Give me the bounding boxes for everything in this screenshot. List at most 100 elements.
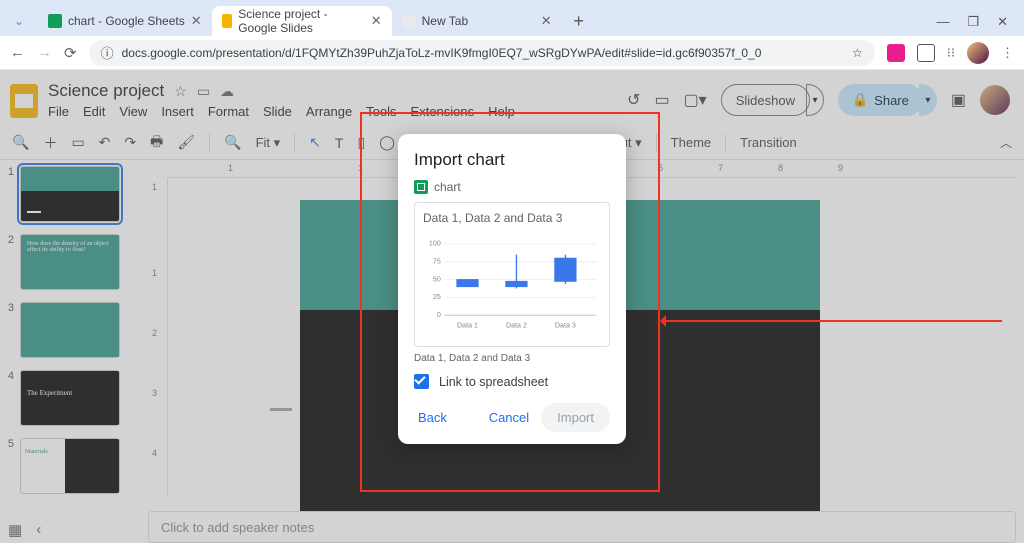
browser-tab-newtab[interactable]: New Tab ✕: [392, 6, 562, 36]
thumbnail-2[interactable]: 2 How does the density of an object affe…: [4, 234, 136, 290]
menu-view[interactable]: View: [119, 104, 147, 119]
menu-insert[interactable]: Insert: [161, 104, 194, 119]
redo-button[interactable]: ↷: [124, 134, 136, 151]
vertical-ruler: 1 1 2 3 4: [148, 178, 168, 495]
new-tab-button[interactable]: +: [566, 8, 592, 34]
extension-icon[interactable]: [887, 44, 905, 62]
zoom-button[interactable]: 🔍: [224, 134, 241, 151]
new-slide-layout-button[interactable]: ▭: [71, 134, 84, 151]
thumbnail-3[interactable]: 3: [4, 302, 136, 358]
svg-text:Data 1: Data 1: [457, 322, 478, 330]
thumbnail-1[interactable]: 1: [4, 166, 136, 222]
minimize-button[interactable]: —: [936, 14, 949, 30]
new-slide-button[interactable]: ＋: [43, 133, 57, 153]
chart-preview-title: Data 1, Data 2 and Data 3: [423, 211, 601, 225]
menu-format[interactable]: Format: [208, 104, 249, 119]
collapse-toolbar-button[interactable]: ︿: [1000, 134, 1012, 151]
browser-menu-button[interactable]: ⋮: [1001, 45, 1014, 61]
slideshow-button[interactable]: Slideshow: [721, 84, 810, 116]
cancel-button[interactable]: Cancel: [485, 404, 533, 431]
chevron-down-icon: ⌄: [14, 14, 24, 28]
search-menus-icon[interactable]: 🔍: [12, 134, 29, 151]
menu-tools[interactable]: Tools: [366, 104, 396, 119]
document-title[interactable]: Science project: [48, 81, 164, 101]
share-options-button[interactable]: ▾: [919, 84, 937, 116]
menu-arrange[interactable]: Arrange: [306, 104, 352, 119]
thumbnail-4[interactable]: 4 The Experiment: [4, 370, 136, 426]
slide-thumbnail[interactable]: The Experiment: [20, 370, 120, 426]
history-icon[interactable]: ↺: [627, 90, 640, 110]
star-icon[interactable]: ☆: [852, 46, 863, 60]
move-icon[interactable]: ▭: [197, 83, 210, 100]
select-tool-button[interactable]: ↖: [309, 134, 321, 151]
extensions-menu-icon[interactable]: ⁝⁝: [947, 45, 955, 61]
link-to-spreadsheet-option[interactable]: Link to spreadsheet: [414, 374, 610, 389]
tab-label: New Tab: [422, 14, 468, 28]
extension-icon[interactable]: [917, 44, 935, 62]
chart-source-row[interactable]: chart: [414, 180, 610, 194]
browser-tab-slides[interactable]: Science project - Google Slides ✕: [212, 6, 392, 36]
browser-tab[interactable]: ⌄: [6, 6, 38, 36]
grid-view-button[interactable]: ▦: [8, 521, 22, 539]
close-tab-icon[interactable]: ✕: [371, 13, 382, 29]
share-button[interactable]: 🔒 Share: [838, 84, 923, 116]
slide-thumbnail[interactable]: How does the density of an object affect…: [20, 234, 120, 290]
slide-thumbnail[interactable]: Materials: [20, 438, 120, 494]
meet-icon[interactable]: ▢▾: [684, 90, 707, 110]
menu-slide[interactable]: Slide: [263, 104, 292, 119]
slideshow-options-button[interactable]: ▾: [806, 84, 824, 116]
sheets-icon: [414, 180, 428, 194]
import-button[interactable]: Import: [541, 403, 610, 432]
svg-text:50: 50: [433, 275, 441, 283]
menu-extensions[interactable]: Extensions: [411, 104, 475, 119]
textbox-button[interactable]: T: [335, 135, 344, 151]
close-tab-icon[interactable]: ✕: [191, 13, 202, 29]
back-button[interactable]: Back: [414, 404, 451, 431]
checkbox-checked-icon[interactable]: [414, 374, 429, 389]
browser-tab-sheets[interactable]: chart - Google Sheets ✕: [38, 6, 212, 36]
slide-thumbnail[interactable]: [20, 302, 120, 358]
comments-icon[interactable]: ▭: [654, 90, 669, 110]
account-avatar[interactable]: [980, 85, 1010, 115]
zoom-fit-select[interactable]: Fit ▾: [256, 135, 281, 151]
annotation-arrow: [662, 320, 1002, 322]
dialog-actions: Back Cancel Import: [414, 403, 610, 432]
cloud-saved-icon: ☁: [220, 83, 234, 100]
maximize-button[interactable]: ❐: [967, 14, 979, 30]
menu-file[interactable]: File: [48, 104, 69, 119]
dialog-title: Import chart: [414, 150, 610, 170]
close-tab-icon[interactable]: ✕: [541, 13, 552, 29]
menu-edit[interactable]: Edit: [83, 104, 105, 119]
close-window-button[interactable]: ✕: [997, 14, 1008, 30]
slides-logo-icon[interactable]: [10, 84, 38, 118]
undo-button[interactable]: ↶: [99, 134, 111, 151]
menu-help[interactable]: Help: [488, 104, 515, 119]
slides-favicon-icon: [222, 14, 233, 28]
filmstrip[interactable]: 1 2 How does the density of an object af…: [0, 160, 140, 503]
resize-handle-icon[interactable]: [270, 408, 292, 411]
address-field[interactable]: ⓘ docs.google.com/presentation/d/1FQMYtZ…: [89, 40, 875, 66]
back-button[interactable]: ←: [10, 44, 25, 61]
forward-button[interactable]: →: [37, 44, 52, 61]
speaker-notes-field[interactable]: Click to add speaker notes: [148, 511, 1016, 543]
window-controls: — ❐ ✕: [936, 14, 1018, 36]
profile-avatar[interactable]: [967, 42, 989, 64]
star-icon[interactable]: ☆: [174, 83, 187, 100]
present-icon[interactable]: ▣: [951, 90, 966, 110]
reload-button[interactable]: ⟳: [64, 44, 77, 62]
chart-preview-card[interactable]: Data 1, Data 2 and Data 3 100 75 50 25 0: [414, 202, 610, 347]
tab-label: Science project - Google Slides: [238, 7, 365, 35]
transition-button[interactable]: Transition: [740, 135, 797, 150]
paint-format-button[interactable]: 🖌: [177, 134, 195, 151]
explore-button[interactable]: ‹: [36, 521, 41, 539]
slide-thumbnail[interactable]: [20, 166, 120, 222]
shape-button[interactable]: ◯: [379, 134, 395, 151]
sheets-favicon-icon: [48, 14, 62, 28]
theme-button[interactable]: Theme: [671, 135, 711, 150]
site-info-icon[interactable]: ⓘ: [101, 43, 114, 62]
lock-icon: 🔒: [852, 92, 868, 108]
thumbnail-5[interactable]: 5 Materials: [4, 438, 136, 494]
print-button[interactable]: 🖶: [150, 131, 163, 155]
import-chart-dialog: Import chart chart Data 1, Data 2 and Da…: [398, 134, 626, 444]
image-button[interactable]: ▯: [357, 134, 365, 151]
